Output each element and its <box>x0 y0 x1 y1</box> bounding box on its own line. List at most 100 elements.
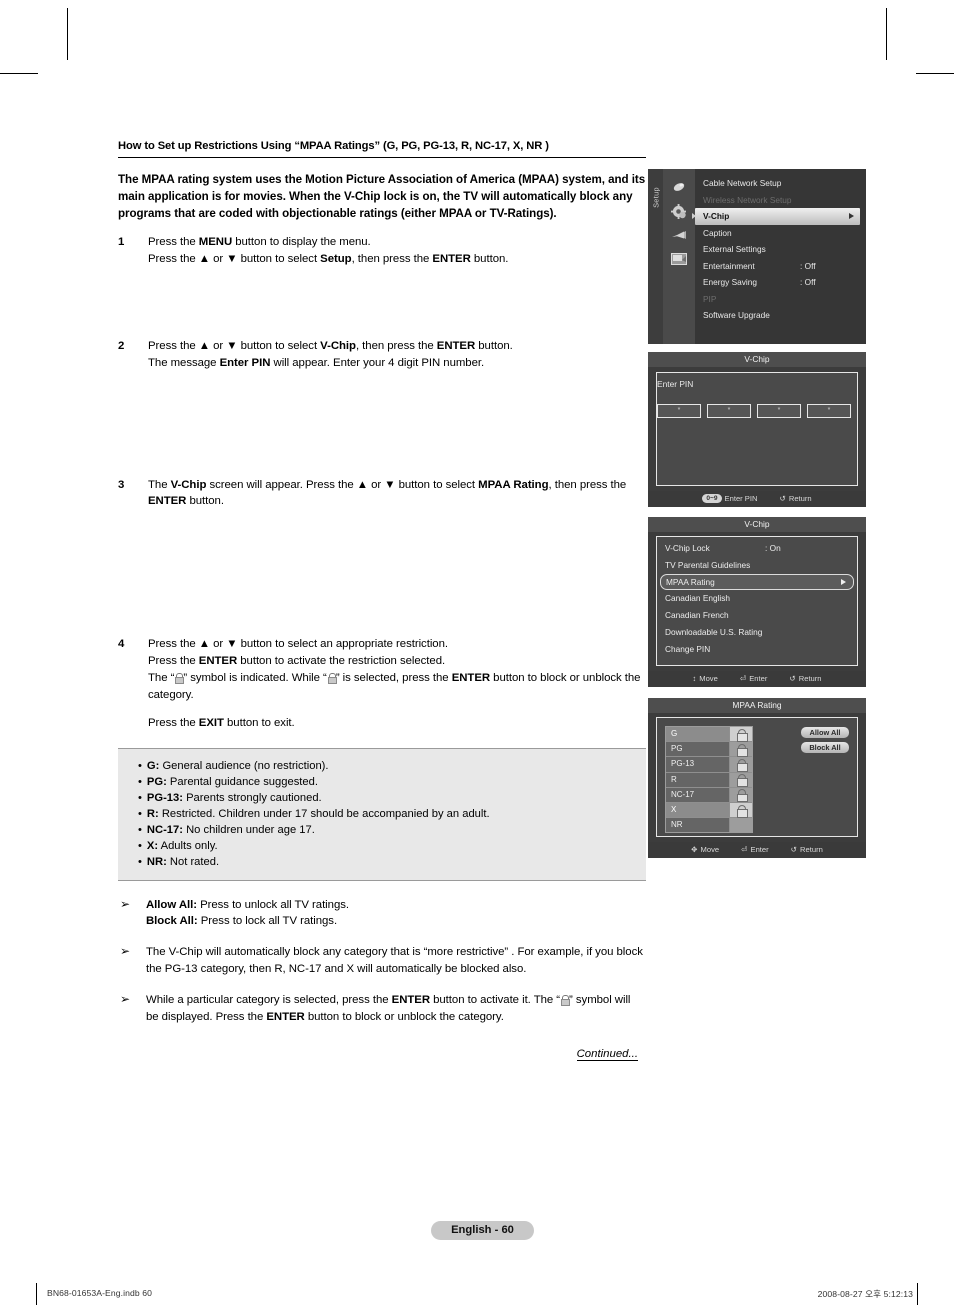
step-4-line-4: Press the EXIT button to exit. <box>148 716 295 729</box>
mpaa-row-lock-cell[interactable] <box>730 772 752 788</box>
pin-digit-4[interactable]: * <box>807 404 851 418</box>
mpaa-row-pg-13[interactable]: PG-13 <box>666 757 752 773</box>
hint-label: Enter PIN <box>724 494 758 503</box>
hint-label: Move <box>699 674 718 683</box>
vchip-menu-list: V-Chip Lock : On TV Parental Guidelines … <box>656 536 858 666</box>
mpaa-row-lock-cell[interactable] <box>730 742 752 757</box>
allow-all-button[interactable]: Allow All <box>801 727 849 738</box>
mpaa-action-buttons: Allow All Block All <box>801 727 849 757</box>
note-enter-activate: ➢ While a particular category is selecte… <box>118 992 646 1026</box>
mpaa-screen-title: MPAA Rating <box>648 698 866 713</box>
block-all-button[interactable]: Block All <box>801 742 849 753</box>
setup-menu-list: Cable Network Setup Wireless Network Set… <box>692 169 866 344</box>
setup-item-label: Wireless Network Setup <box>703 194 792 205</box>
pin-digit-3[interactable]: * <box>757 404 801 418</box>
input-icon[interactable] <box>663 247 695 271</box>
setup-item-caption[interactable]: Caption <box>695 225 866 242</box>
mpaa-row-label: NR <box>666 818 730 833</box>
chevron-right-icon <box>849 212 854 219</box>
rating-legend-item: X: Adults only. <box>138 838 632 854</box>
pin-prompt-label: Enter PIN <box>657 379 694 389</box>
mpaa-row-r[interactable]: R <box>666 772 752 788</box>
sound-icon[interactable] <box>663 223 695 247</box>
vchip-item-mpaa-rating[interactable]: MPAA Rating <box>660 573 854 591</box>
lock-icon <box>736 789 748 803</box>
mpaa-row-label: PG-13 <box>666 757 730 772</box>
crop-mark-top-right <box>886 8 887 60</box>
vchip-item-label: Canadian English <box>665 593 731 604</box>
pin-digit-1[interactable]: * <box>657 404 701 418</box>
mpaa-row-g[interactable]: G <box>666 727 752 743</box>
hint-move: ↕ Move <box>692 671 717 687</box>
lock-icon <box>736 758 748 772</box>
hint-label: Return <box>788 494 812 503</box>
setup-item-label: Entertainment <box>703 260 755 271</box>
page-number-badge: English - 60 <box>431 1221 534 1240</box>
mpaa-row-label: NC-17 <box>666 787 730 802</box>
step-2-line-2: The message Enter PIN will appear. Enter… <box>148 356 485 369</box>
setup-item-entertainment[interactable]: Entertainment : Off <box>695 258 866 275</box>
vchip-item-label: V-Chip Lock <box>665 543 710 553</box>
mpaa-screen-body: G PG PG-13 R NC-17 X NR Allow All Block … <box>656 717 858 837</box>
vchip-item-tv-parental-guidelines[interactable]: TV Parental Guidelines <box>657 557 857 574</box>
pin-dialog-title: V-Chip <box>648 352 866 367</box>
vchip-item-label: Change PIN <box>665 643 711 654</box>
mpaa-row-nr[interactable]: NR <box>666 818 752 833</box>
mpaa-row-lock-cell[interactable] <box>730 727 752 742</box>
step-4-line-1: Press the ▲ or ▼ button to select an app… <box>148 638 448 651</box>
setup-item-pip[interactable]: PIP <box>695 291 866 308</box>
vchip-item-label: MPAA Rating <box>666 576 715 587</box>
lock-icon <box>736 743 748 757</box>
hint-label: Return <box>798 674 822 683</box>
mpaa-row-lock-cell[interactable] <box>730 787 752 803</box>
setup-item-cable-network-setup[interactable]: Cable Network Setup <box>695 175 866 192</box>
step-1-line-2: Press the ▲ or ▼ button to select Setup,… <box>148 252 509 265</box>
rating-legend-item: PG-13: Parents strongly cautioned. <box>138 790 632 806</box>
mpaa-row-lock-cell[interactable] <box>730 757 752 772</box>
setup-item-external-settings[interactable]: External Settings <box>695 241 866 258</box>
vchip-item-downloadable-us-rating[interactable]: Downloadable U.S. Rating <box>657 624 857 641</box>
mpaa-row-nc-17[interactable]: NC-17 <box>666 787 752 803</box>
setup-item-software-upgrade[interactable]: Software Upgrade <box>695 307 866 324</box>
osd-mpaa-rating-screen: MPAA Rating G PG PG-13 R NC-17 X NR Allo… <box>648 698 866 858</box>
step-4-number: 4 <box>118 638 125 651</box>
crop-mark-left <box>0 73 38 74</box>
picture-icon[interactable] <box>663 175 695 199</box>
setup-item-value: : Off <box>800 277 816 287</box>
footer-timestamp: 2008-08-27 오후 5:12:13 <box>817 1289 913 1299</box>
lock-icon <box>736 728 748 742</box>
vchip-item-canadian-french[interactable]: Canadian French <box>657 607 857 624</box>
mpaa-row-lock-cell[interactable] <box>730 802 752 818</box>
setup-gear-icon[interactable] <box>663 199 695 223</box>
mpaa-hint-bar: ✥ Move ⏎ Enter ↺ Return <box>648 842 866 858</box>
mpaa-row-label: R <box>666 772 730 787</box>
setup-item-label: V-Chip <box>703 211 730 221</box>
selection-caret-icon <box>692 213 696 219</box>
mpaa-row-x[interactable]: X <box>666 802 752 819</box>
osd-vchip-menu: V-Chip V-Chip Lock : On TV Parental Guid… <box>648 517 866 687</box>
mpaa-row-lock-cell[interactable] <box>730 818 752 833</box>
vchip-item-v-chip-lock[interactable]: V-Chip Lock : On <box>657 540 857 557</box>
return-arrow-icon: ↺ <box>790 845 798 854</box>
step-1-number: 1 <box>118 236 125 249</box>
vchip-item-value: : On <box>765 543 781 553</box>
setup-item-label: PIP <box>703 293 717 304</box>
setup-item-v-chip[interactable]: V-Chip <box>692 208 860 225</box>
footer-rule-right <box>917 1283 918 1305</box>
up-down-arrow-icon: ↕ <box>692 674 697 683</box>
vchip-item-canadian-english[interactable]: Canadian English <box>657 590 857 607</box>
lock-icon <box>175 673 185 685</box>
hint-label: Return <box>800 845 823 854</box>
setup-item-label: Caption <box>703 227 732 238</box>
step-2-line-1: Press the ▲ or ▼ button to select V-Chip… <box>148 339 513 352</box>
mpaa-row-pg[interactable]: PG <box>666 742 752 758</box>
vchip-item-change-pin[interactable]: Change PIN <box>657 641 857 658</box>
step-3-line-1: The V-Chip screen will appear. Press the… <box>148 478 627 508</box>
footer-filename: BN68-01653A-Eng.indb 60 <box>47 1288 153 1298</box>
setup-item-energy-saving[interactable]: Energy Saving : Off <box>695 274 866 291</box>
lock-icon <box>736 804 748 818</box>
pin-digit-2[interactable]: * <box>707 404 751 418</box>
hint-label: Enter <box>749 674 768 683</box>
rating-legend-item: G: General audience (no restriction). <box>138 758 632 774</box>
setup-item-wireless-network-setup[interactable]: Wireless Network Setup <box>695 192 866 209</box>
